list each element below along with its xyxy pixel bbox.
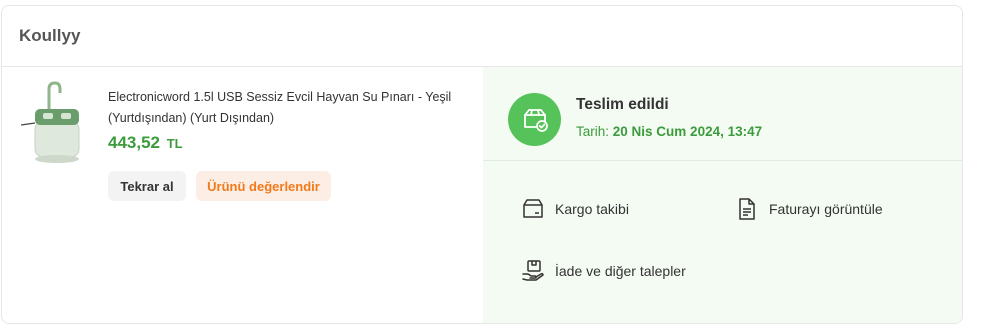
product-image[interactable] — [21, 81, 89, 165]
package-icon — [523, 199, 543, 218]
price-currency: TL — [166, 136, 183, 151]
shop-name[interactable]: Koullyy — [19, 26, 80, 46]
product-price: 443,52 TL — [108, 133, 183, 153]
price-value: 443,52 — [108, 133, 160, 152]
status-date-label: Tarih: — [576, 124, 610, 139]
rate-product-button[interactable]: Ürünü değerlendir — [196, 171, 331, 201]
status-date: Tarih: 20 Nis Cum 2024, 13:47 — [576, 124, 762, 139]
cargo-tracking-label: Kargo takibi — [555, 201, 629, 217]
status-title: Teslim edildi — [576, 96, 669, 113]
order-card-body: Electronicword 1.5l USB Sessiz Evcil Hay… — [2, 67, 962, 323]
view-invoice-label: Faturayı görüntüle — [769, 201, 883, 217]
product-title[interactable]: Electronicword 1.5l USB Sessiz Evcil Hay… — [108, 87, 473, 129]
order-card-header: Koullyy — [2, 6, 962, 67]
invoice-document-icon — [739, 198, 755, 220]
return-hand-box-icon — [522, 260, 544, 281]
returns-requests-label: İade ve diğer talepler — [555, 263, 686, 279]
order-card: Koullyy Electronicword 1.5l USB Sessiz E… — [1, 5, 963, 324]
order-status-panel: Teslim edildi Tarih: 20 Nis Cum 2024, 13… — [483, 67, 962, 323]
delivered-box-check-icon — [508, 93, 561, 146]
status-date-value: 20 Nis Cum 2024, 13:47 — [612, 124, 763, 139]
delivery-status: Teslim edildi Tarih: 20 Nis Cum 2024, 13… — [483, 67, 962, 161]
returns-requests-link[interactable]: İade ve diğer talepler — [521, 259, 686, 283]
cargo-tracking-link[interactable]: Kargo takibi — [521, 197, 629, 221]
buy-again-button[interactable]: Tekrar al — [108, 171, 186, 201]
view-invoice-link[interactable]: Faturayı görüntüle — [735, 197, 883, 221]
product-section: Electronicword 1.5l USB Sessiz Evcil Hay… — [2, 67, 483, 323]
